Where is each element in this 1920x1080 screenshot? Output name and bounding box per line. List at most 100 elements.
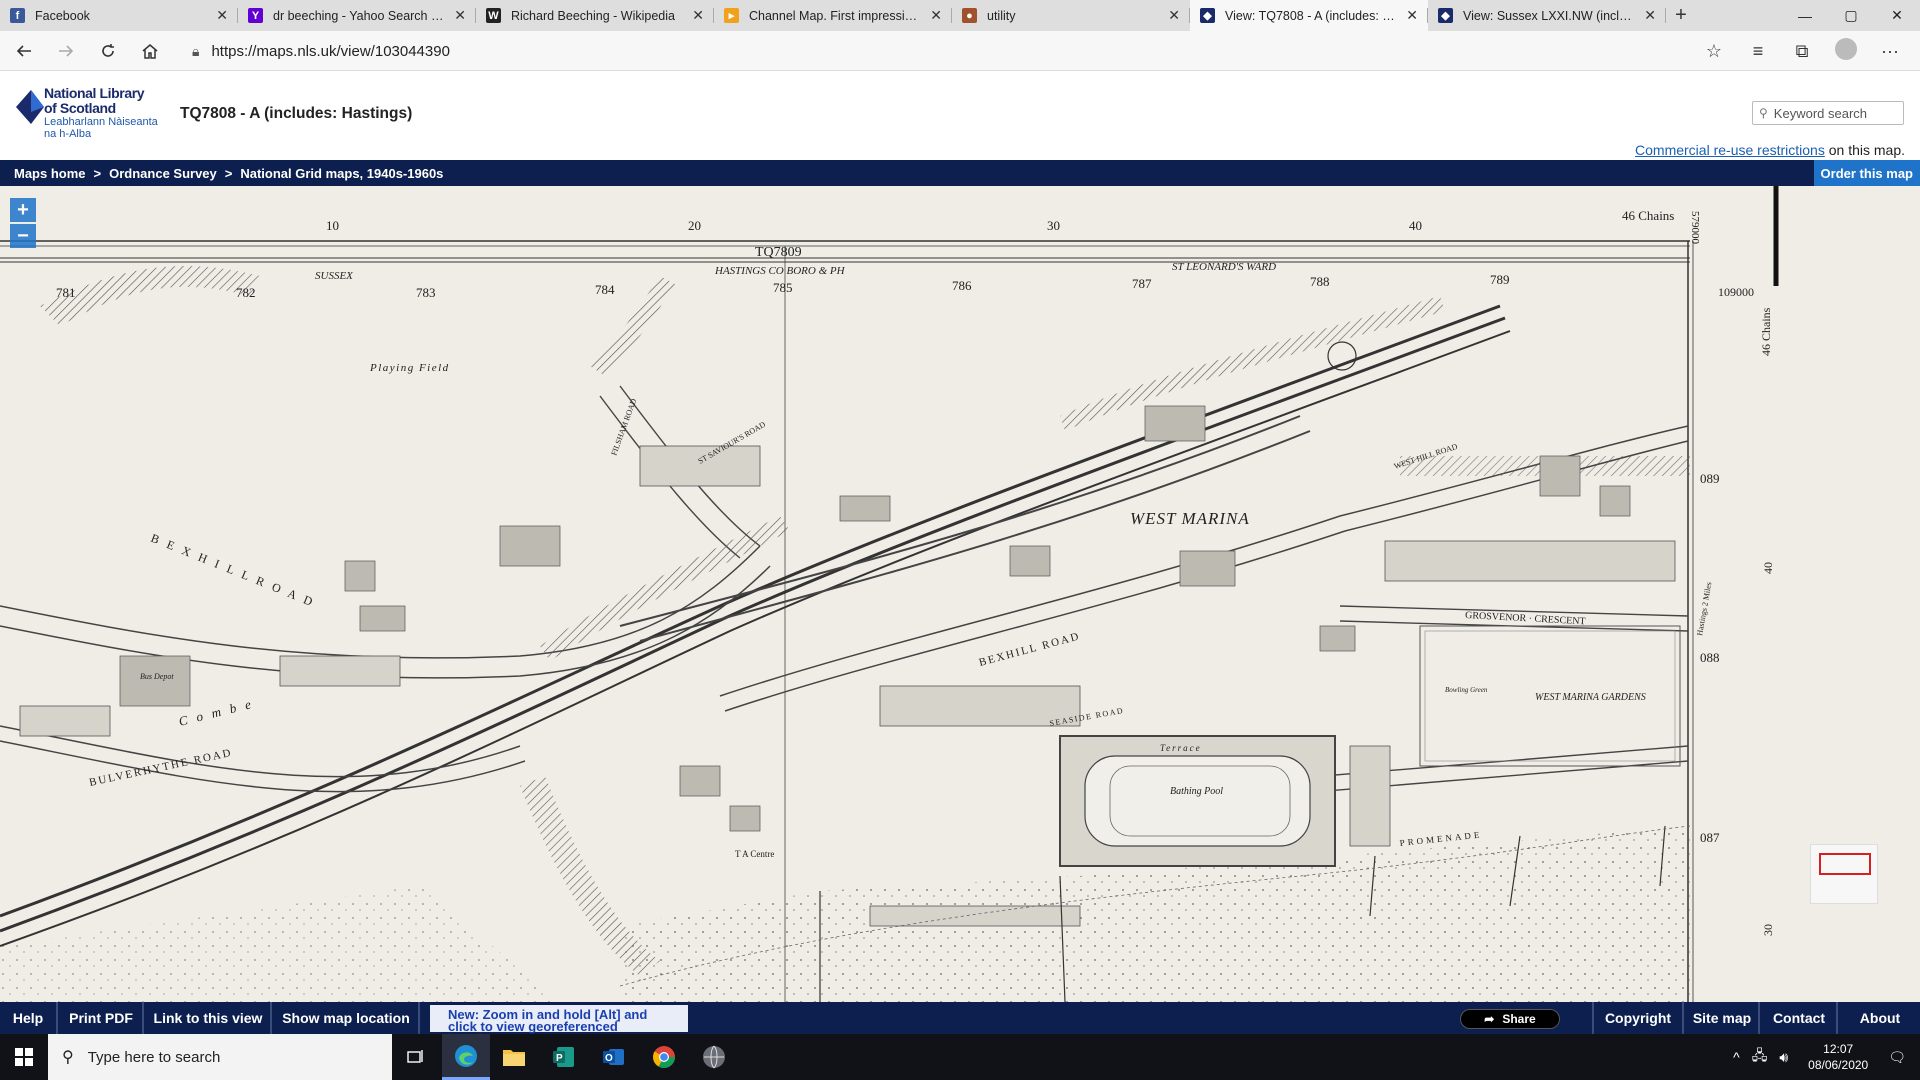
reuse-suffix: on this map. bbox=[1824, 142, 1905, 158]
arrow-right-icon bbox=[59, 44, 74, 57]
url-text: https://maps.nls.uk/view/103044390 bbox=[211, 42, 450, 60]
browser-tab-5[interactable]: ◆ View: TQ7808 - A (includes: Hast ✕ bbox=[1190, 0, 1428, 31]
url-field[interactable]: 🔒︎ https://maps.nls.uk/view/103044390 bbox=[192, 36, 1692, 66]
share-arrow-icon: ➦ bbox=[1484, 1012, 1495, 1026]
browser-tab-3[interactable]: ▸ Channel Map. First impressions. ✕ bbox=[714, 0, 952, 31]
network-icon[interactable]: 🖧︎ bbox=[1752, 1045, 1768, 1069]
back-button[interactable] bbox=[6, 33, 42, 69]
help-button[interactable]: Help bbox=[0, 1002, 58, 1034]
clock[interactable]: 12:07 08/06/2020 bbox=[1808, 1041, 1868, 1073]
browser-tab-4[interactable]: ● utility ✕ bbox=[952, 0, 1190, 31]
taskbar-app[interactable] bbox=[690, 1034, 738, 1080]
zoom-controls: + − bbox=[10, 198, 36, 250]
contact-button[interactable]: Contact bbox=[1762, 1002, 1838, 1034]
overview-viewport-rect[interactable] bbox=[1819, 853, 1871, 875]
breadcrumb-national-grid[interactable]: National Grid maps, 1940s-1960s bbox=[240, 166, 443, 181]
taskbar-outlook[interactable]: O bbox=[590, 1034, 638, 1080]
copyright-button[interactable]: Copyright bbox=[1592, 1002, 1684, 1034]
overview-map[interactable] bbox=[1810, 844, 1878, 904]
nls-icon: ◆ bbox=[1200, 8, 1215, 23]
browser-tab-2[interactable]: W Richard Beeching - Wikipedia ✕ bbox=[476, 0, 714, 31]
zoom-in-button[interactable]: + bbox=[10, 198, 36, 222]
taskbar-edge[interactable] bbox=[442, 1034, 490, 1080]
map-grid-row-088: 088 bbox=[1700, 650, 1720, 665]
tab-label: dr beeching - Yahoo Search Res bbox=[273, 8, 454, 23]
commercial-reuse-link[interactable]: Commercial re-use restrictions bbox=[1635, 142, 1825, 158]
start-button[interactable] bbox=[0, 1034, 48, 1080]
close-tab-icon[interactable]: ✕ bbox=[692, 7, 704, 24]
forward-button[interactable] bbox=[48, 33, 84, 69]
map-grid-col-785: 785 bbox=[773, 280, 793, 295]
refresh-button[interactable] bbox=[90, 33, 126, 69]
new-tab-button[interactable]: + bbox=[1666, 0, 1696, 31]
edge-icon bbox=[455, 1044, 477, 1067]
close-tab-icon[interactable]: ✕ bbox=[1406, 7, 1418, 24]
close-tab-icon[interactable]: ✕ bbox=[216, 7, 228, 24]
share-button[interactable]: ➦ Share bbox=[1460, 1009, 1560, 1029]
browser-tab-1[interactable]: Ydr beeching - Yahoo Search Res ✕ bbox=[238, 0, 476, 31]
order-this-map-button[interactable]: Order this map bbox=[1813, 160, 1920, 186]
tab-label: utility bbox=[987, 8, 1016, 23]
map-label-ta-centre: T A Centre bbox=[735, 849, 774, 859]
about-button[interactable]: About bbox=[1840, 1002, 1920, 1034]
logo-gaelic-line-1: Leabharlann Nàiseanta bbox=[44, 116, 158, 128]
clock-date: 08/06/2020 bbox=[1808, 1058, 1869, 1072]
map-side-scale-30: 30 bbox=[1761, 924, 1775, 936]
app-globe-icon bbox=[703, 1045, 725, 1069]
lock-icon: 🔒︎ bbox=[192, 42, 200, 59]
collections-icon[interactable]: ⧉ bbox=[1780, 41, 1824, 62]
chevron-up-icon[interactable]: ^ bbox=[1733, 1049, 1740, 1065]
close-window-button[interactable]: ✕ bbox=[1874, 0, 1920, 31]
map-top-scale-30: 30 bbox=[1047, 218, 1060, 233]
taskbar-publisher[interactable]: P bbox=[540, 1034, 588, 1080]
breadcrumb-ordnance-survey[interactable]: Ordnance Survey bbox=[109, 166, 217, 181]
print-pdf-button[interactable]: Print PDF bbox=[60, 1002, 144, 1034]
share-label: Share bbox=[1502, 1012, 1536, 1026]
nls-logo[interactable]: National Library of Scotland Leabharlann… bbox=[14, 86, 158, 152]
browser-tab-0[interactable]: f Facebook ✕ bbox=[0, 0, 238, 31]
task-view-button[interactable] bbox=[392, 1034, 440, 1080]
breadcrumb-maps-home[interactable]: Maps home bbox=[14, 166, 86, 181]
map-grid-col-783: 783 bbox=[416, 285, 436, 300]
zoom-out-button[interactable]: − bbox=[10, 224, 36, 248]
site-map-button[interactable]: Site map bbox=[1686, 1002, 1760, 1034]
close-tab-icon[interactable]: ✕ bbox=[1644, 7, 1656, 24]
map-label-chains-top: 46 Chains bbox=[1622, 208, 1674, 223]
map-grid-row-087: 087 bbox=[1700, 830, 1720, 845]
logo-gaelic-text: Leabharlann Nàiseanta na h-Alba bbox=[44, 116, 158, 140]
profile-avatar[interactable] bbox=[1824, 37, 1868, 65]
taskbar-file-explorer[interactable] bbox=[490, 1034, 538, 1080]
breadcrumb-separator: > bbox=[224, 165, 233, 181]
keyword-search-input[interactable]: ⚲ Keyword search bbox=[1752, 101, 1904, 125]
map-label-sheet-ref: TQ7809 bbox=[755, 245, 802, 260]
map-grid-col-784: 784 bbox=[595, 282, 615, 297]
taskbar-chrome[interactable] bbox=[640, 1034, 688, 1080]
taskbar-search-input[interactable]: ⚲ Type here to search bbox=[48, 1034, 392, 1080]
volume-icon[interactable]: 🔊︎ bbox=[1779, 1049, 1788, 1066]
link-to-view-button[interactable]: Link to this view bbox=[146, 1002, 272, 1034]
favorites-list-icon[interactable]: ≡ bbox=[1736, 41, 1780, 62]
close-tab-icon[interactable]: ✕ bbox=[930, 7, 942, 24]
map-label-county: SUSSEX bbox=[315, 270, 354, 282]
home-button[interactable] bbox=[132, 33, 168, 69]
close-tab-icon[interactable]: ✕ bbox=[1168, 7, 1180, 24]
maximize-button[interactable]: ▢ bbox=[1828, 0, 1874, 31]
windows-taskbar: ⚲ Type here to search P O ^ 🖧︎ 🔊︎ 12:07 … bbox=[0, 1034, 1920, 1080]
tab-label: Facebook bbox=[35, 8, 90, 23]
show-map-location-button[interactable]: Show map location bbox=[274, 1002, 420, 1034]
favorite-star-icon[interactable]: ☆ bbox=[1692, 41, 1736, 62]
browser-tab-6[interactable]: ◆ View: Sussex LXXI.NW (includes: ✕ bbox=[1428, 0, 1666, 31]
map-label-playing-field: Playing Field bbox=[369, 362, 450, 374]
historic-map-image[interactable]: TQ7809 HASTINGS CO BORO & PH ST LEONARD'… bbox=[0, 186, 1920, 1002]
reuse-notice: Commercial re-use restrictions on this m… bbox=[1635, 142, 1905, 158]
map-viewer[interactable]: TQ7809 HASTINGS CO BORO & PH ST LEONARD'… bbox=[0, 186, 1920, 1002]
more-menu-icon[interactable]: ··· bbox=[1868, 41, 1912, 62]
map-top-scale-40: 40 bbox=[1409, 218, 1422, 233]
map-label-west-marina-gardens: WEST MARINA GARDENS bbox=[1535, 692, 1646, 703]
logo-gaelic-line-2: na h-Alba bbox=[44, 128, 92, 140]
window-controls: — ▢ ✕ bbox=[1782, 0, 1920, 31]
notifications-icon[interactable]: 🗨︎ bbox=[1888, 1049, 1906, 1066]
close-tab-icon[interactable]: ✕ bbox=[454, 7, 466, 24]
minimize-button[interactable]: — bbox=[1782, 0, 1828, 31]
tab-label: Channel Map. First impressions. bbox=[749, 8, 929, 23]
